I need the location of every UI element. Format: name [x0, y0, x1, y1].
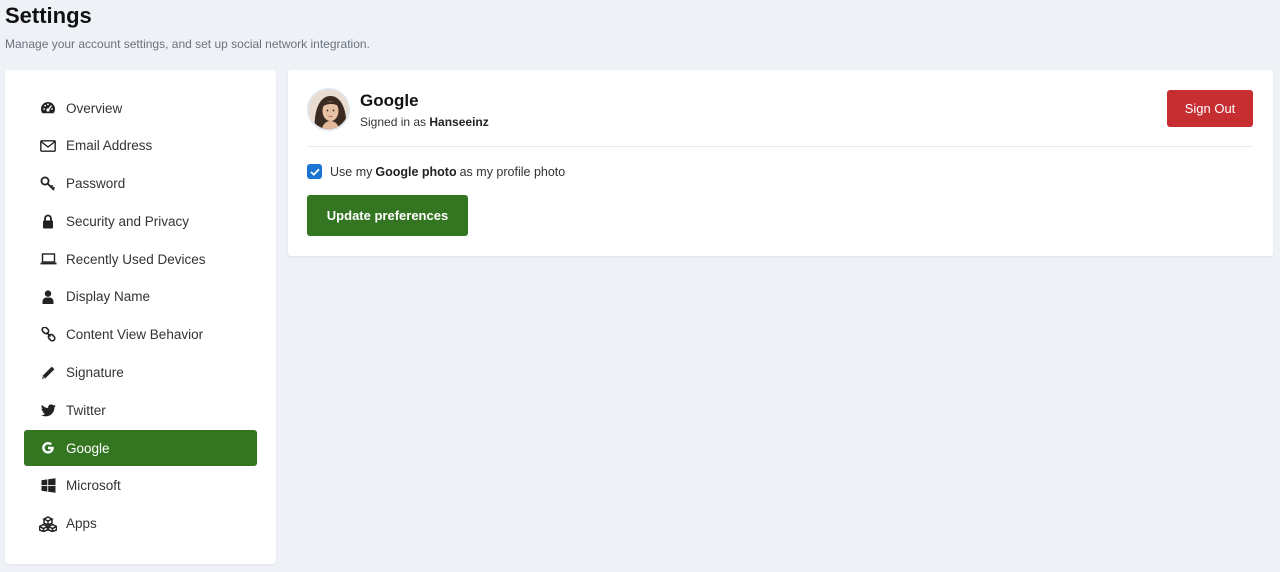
page-subtitle: Manage your account settings, and set up… — [5, 37, 370, 51]
pencil-icon — [39, 364, 57, 382]
sidebar-item-label: Content View Behavior — [66, 327, 204, 343]
laptop-icon — [39, 250, 57, 268]
sidebar-item-display-name[interactable]: Display Name — [24, 279, 257, 315]
google-photo-option[interactable]: Use my Google photo as my profile photo — [307, 164, 565, 179]
lock-icon — [39, 212, 57, 230]
twitter-icon — [39, 401, 57, 419]
sidebar-item-label: Microsoft — [66, 478, 121, 494]
windows-icon — [39, 477, 57, 495]
signed-in-text: Signed in as Hanseeinz — [360, 115, 489, 129]
checkmark-icon — [309, 168, 320, 176]
sidebar-item-devices[interactable]: Recently Used Devices — [24, 241, 257, 277]
sign-out-button[interactable]: Sign Out — [1167, 90, 1253, 127]
user-icon — [39, 288, 57, 306]
account-info: Google Signed in as Hanseeinz — [360, 91, 489, 129]
page-header: Settings Manage your account settings, a… — [5, 3, 370, 51]
sidebar-item-label: Google — [66, 440, 110, 456]
divider — [307, 146, 1253, 147]
sidebar-item-signature[interactable]: Signature — [24, 355, 257, 391]
signed-in-prefix: Signed in as — [360, 114, 427, 129]
avatar — [307, 88, 350, 131]
sidebar-item-google[interactable]: Google — [24, 430, 257, 467]
sidebar-item-label: Security and Privacy — [66, 213, 190, 229]
sidebar-item-email[interactable]: Email Address — [24, 128, 257, 164]
use-google-photo-checkbox[interactable] — [307, 164, 322, 179]
photo-text-after: as my profile photo — [459, 164, 566, 179]
sidebar-item-password[interactable]: Password — [24, 166, 257, 202]
page-title: Settings — [5, 3, 92, 28]
update-preferences-button[interactable]: Update preferences — [307, 195, 468, 236]
cubes-icon — [39, 515, 57, 533]
sidebar-item-label: Signature — [66, 365, 124, 381]
sidebar-item-microsoft[interactable]: Microsoft — [24, 468, 257, 504]
sidebar-item-label: Recently Used Devices — [66, 251, 206, 267]
google-icon — [39, 439, 57, 457]
account-row: Google Signed in as Hanseeinz — [307, 88, 489, 131]
envelope-icon — [39, 137, 57, 155]
sidebar-item-label: Apps — [66, 516, 97, 532]
sidebar-item-security[interactable]: Security and Privacy — [24, 203, 257, 239]
sidebar-item-content-view[interactable]: Content View Behavior — [24, 317, 257, 353]
key-icon — [39, 175, 57, 193]
sidebar-item-label: Email Address — [66, 138, 153, 154]
sidebar-item-twitter[interactable]: Twitter — [24, 392, 257, 428]
sidebar-item-label: Overview — [66, 100, 123, 116]
sidebar-item-label: Display Name — [66, 289, 151, 305]
sidebar-item-apps[interactable]: Apps — [24, 506, 257, 542]
provider-name: Google — [360, 90, 419, 110]
sidebar-item-label: Twitter — [66, 402, 106, 418]
dashboard-icon — [39, 99, 57, 117]
photo-text-before: Use my — [330, 164, 373, 179]
settings-sidebar: Overview Email Address Password Security… — [5, 70, 276, 564]
link-icon — [39, 326, 57, 344]
google-account-card: Google Signed in as Hanseeinz Sign Out U… — [288, 70, 1273, 256]
photo-text-bold: Google photo — [375, 164, 457, 179]
sidebar-item-label: Password — [66, 176, 126, 192]
sidebar-item-overview[interactable]: Overview — [24, 90, 257, 126]
signed-in-username: Hanseeinz — [429, 114, 489, 129]
